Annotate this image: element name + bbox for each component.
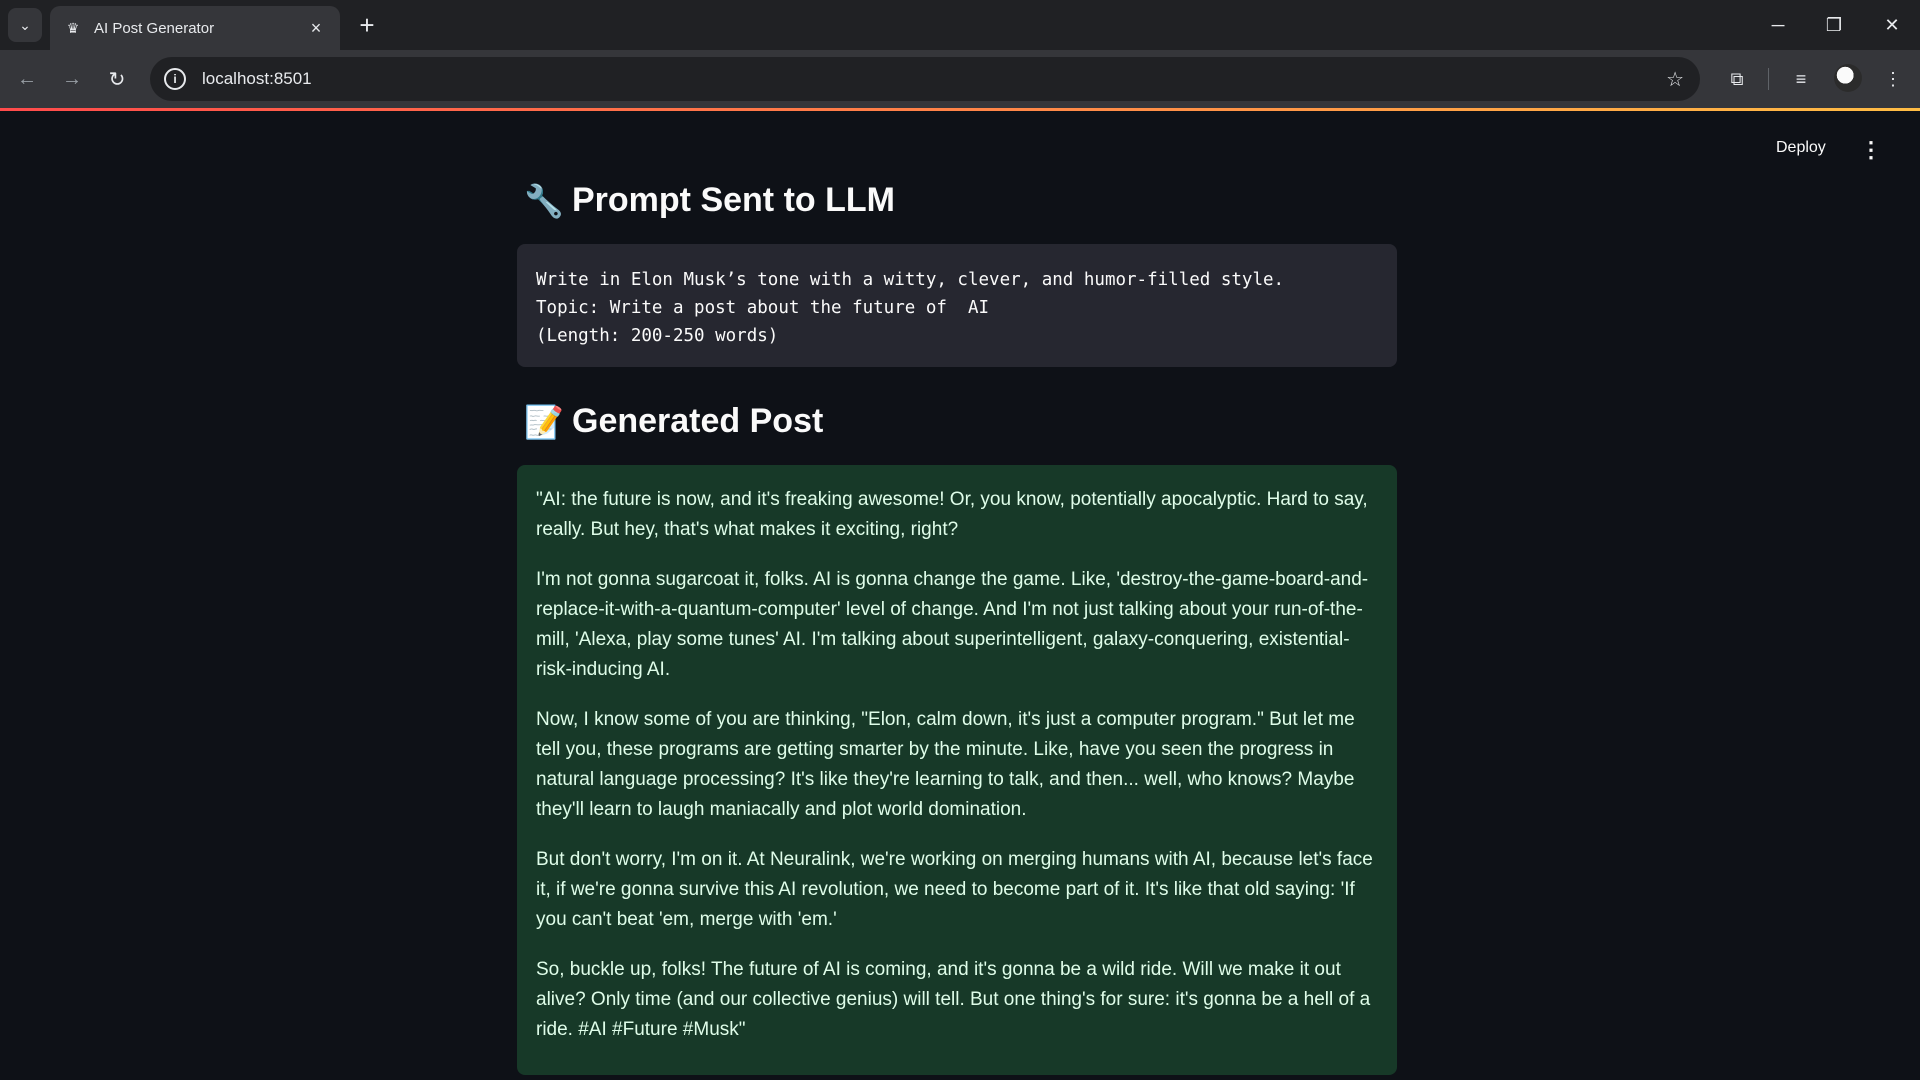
close-tab-icon[interactable]: × — [306, 18, 326, 38]
main-menu-icon[interactable]: ⋮ — [1860, 137, 1882, 163]
address-bar[interactable]: i localhost:8501 ☆ — [150, 57, 1700, 101]
browser-toolbar: ← → ↻ i localhost:8501 ☆ ⧉ ≡ ⋮ — [0, 50, 1920, 108]
browser-menu-icon[interactable]: ⋮ — [1878, 64, 1908, 94]
url-text[interactable]: localhost:8501 — [202, 69, 312, 89]
minimize-button[interactable]: ─ — [1750, 0, 1806, 50]
generated-post-box: "AI: the future is now, and it's freakin… — [517, 465, 1397, 1075]
post-paragraph: So, buckle up, folks! The future of AI i… — [536, 959, 1371, 1040]
prompt-section-title: Prompt Sent to LLM — [572, 181, 895, 219]
post-paragraph: Now, I know some of you are thinking, "E… — [536, 709, 1355, 820]
prompt-line: Write in Elon Musk’s tone with a witty, … — [536, 270, 1285, 290]
app-main: Deploy ⋮ 🔧 Prompt Sent to LLM Write in E… — [0, 111, 1920, 1080]
chevron-down-icon: ⌄ — [19, 16, 31, 33]
post-section-title: Generated Post — [572, 402, 824, 440]
toolbar-divider — [1768, 68, 1769, 90]
prompt-line: (Length: 200-250 words) — [536, 326, 779, 346]
streamlit-crown-icon: ♛ — [66, 19, 80, 36]
tab-title: AI Post Generator — [94, 19, 215, 37]
reload-icon[interactable]: ↻ — [100, 62, 134, 96]
wrench-icon: 🔧 — [524, 182, 564, 219]
prompt-section-heading: 🔧 Prompt Sent to LLM — [524, 181, 895, 220]
site-info-icon[interactable]: i — [164, 68, 186, 90]
post-paragraph: "AI: the future is now, and it's freakin… — [536, 489, 1368, 540]
bookmark-star-icon[interactable]: ☆ — [1666, 67, 1684, 92]
post-section-heading: 📝 Generated Post — [524, 402, 823, 441]
back-icon[interactable]: ← — [10, 62, 44, 96]
post-paragraph: I'm not gonna sugarcoat it, folks. AI is… — [536, 569, 1369, 680]
memo-icon: 📝 — [524, 403, 564, 440]
deploy-button[interactable]: Deploy — [1776, 139, 1826, 157]
forward-icon[interactable]: → — [55, 62, 89, 96]
prompt-line: Topic: Write a post about the future of … — [536, 298, 990, 318]
profile-avatar[interactable] — [1834, 64, 1862, 92]
window-close-button[interactable]: ✕ — [1864, 0, 1920, 50]
prompt-code-block: Write in Elon Musk’s tone with a witty, … — [517, 244, 1397, 367]
browser-tab-bar: ⌄ ♛ AI Post Generator × + ─ ❐ ✕ — [0, 0, 1920, 50]
restore-button[interactable]: ❐ — [1806, 0, 1862, 50]
post-paragraph: But don't worry, I'm on it. At Neuralink… — [536, 849, 1373, 930]
browser-tab[interactable]: ♛ AI Post Generator × — [50, 6, 340, 50]
media-control-icon[interactable]: ≡ — [1786, 64, 1816, 94]
new-tab-button[interactable]: + — [352, 10, 382, 40]
tab-search-button[interactable]: ⌄ — [8, 8, 42, 42]
extensions-icon[interactable]: ⧉ — [1722, 64, 1752, 94]
